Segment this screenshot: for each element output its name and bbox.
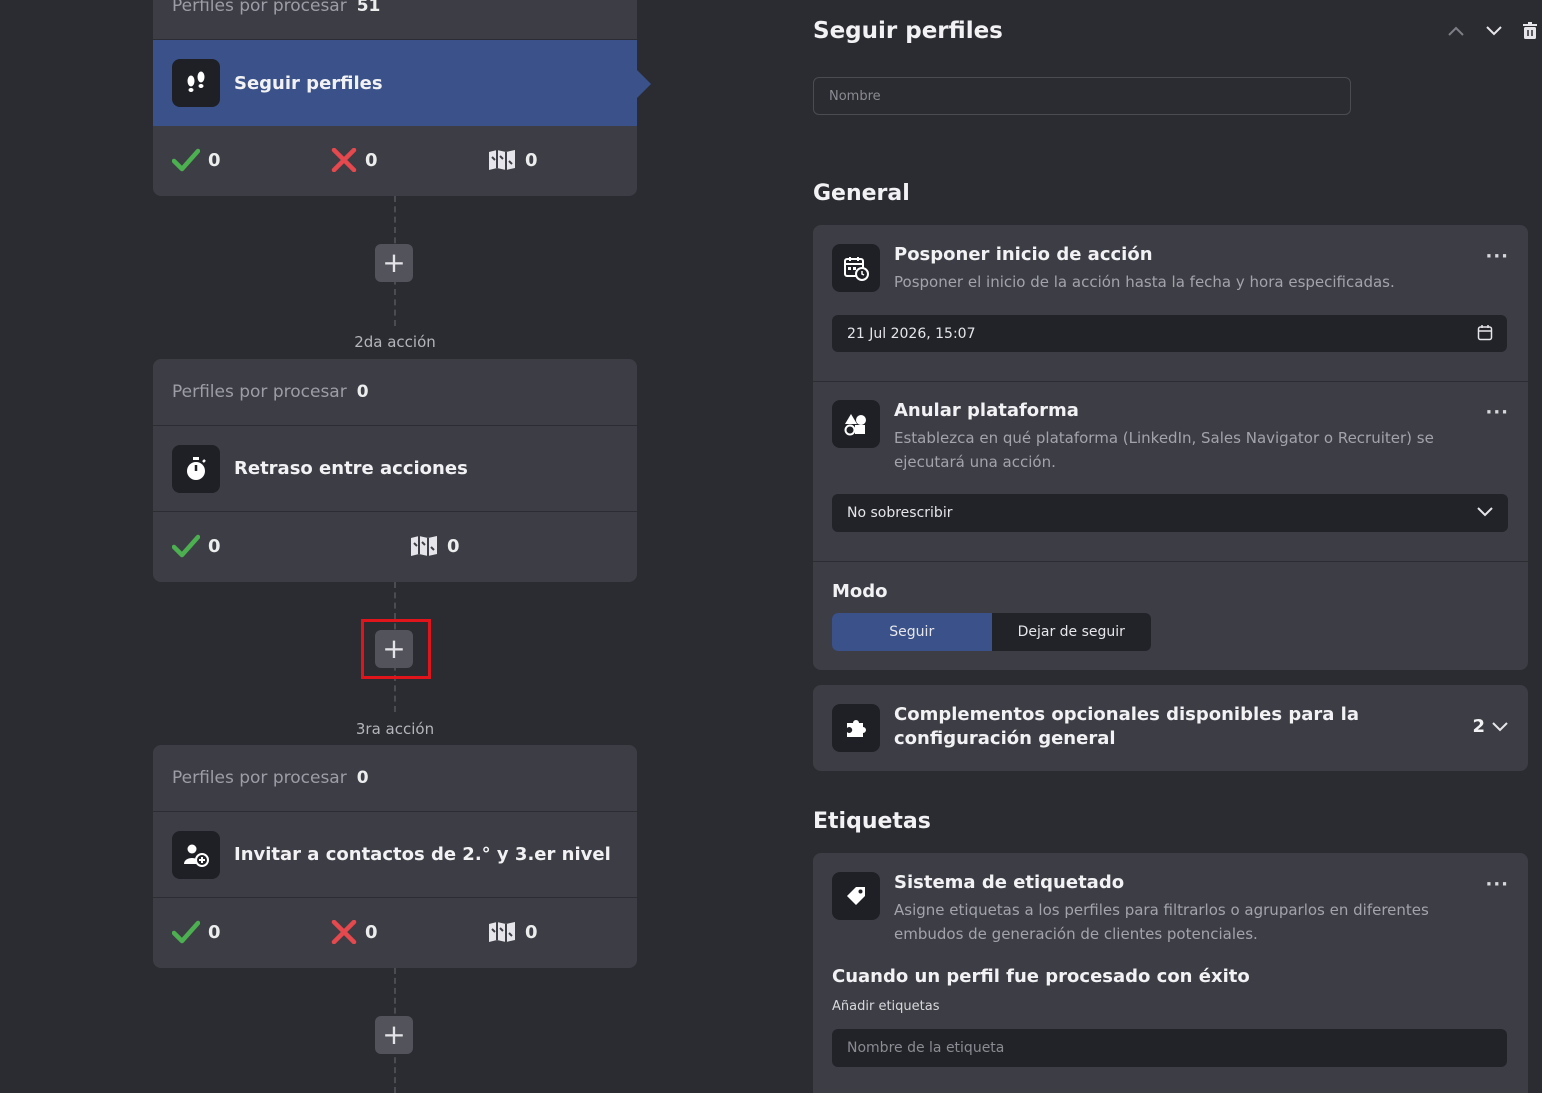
setting-title: Posponer inicio de acción bbox=[894, 244, 1153, 265]
chevron-up-icon[interactable] bbox=[1446, 24, 1466, 38]
queue-row: Perfiles por procesar 0 bbox=[153, 359, 637, 426]
success-subheading: Cuando un perfil fue procesado con éxito bbox=[832, 966, 1250, 987]
check-icon bbox=[172, 920, 200, 944]
stopwatch-icon bbox=[172, 444, 220, 493]
queue-label: Perfiles por procesar bbox=[172, 0, 347, 16]
queue-row: Perfiles por procesar 0 bbox=[153, 745, 637, 812]
more-options-icon[interactable]: ··· bbox=[1485, 874, 1509, 895]
setting-description: Establezca en qué plataforma (LinkedIn, … bbox=[894, 429, 1434, 471]
tag-name-input[interactable]: Nombre de la etiqueta bbox=[832, 1029, 1507, 1067]
step-label: 2da acción bbox=[354, 333, 436, 351]
tag-icon bbox=[832, 872, 880, 920]
success-stat: 0 bbox=[172, 534, 221, 558]
queue-count: 51 bbox=[356, 0, 381, 16]
addons-title: Complementos opcionales disponibles para… bbox=[894, 704, 1359, 749]
workflow-canvas: Perfiles por procesar 51 Seguir perfiles… bbox=[153, 0, 651, 1093]
skipped-stat: 0 bbox=[487, 920, 538, 944]
action-title: Invitar a contactos de 2.° y 3.er nivel bbox=[234, 844, 611, 865]
skipped-stat: 0 bbox=[487, 148, 538, 172]
platform-selected-value: No sobrescribir bbox=[847, 505, 953, 521]
setting-title: Sistema de etiquetado bbox=[894, 872, 1125, 893]
success-stat: 0 bbox=[172, 920, 221, 944]
setting-description: Asigne etiquetas a los perfiles para fil… bbox=[894, 901, 1429, 943]
queue-label: Perfiles por procesar bbox=[172, 768, 347, 788]
action-card-follow[interactable]: Perfiles por procesar 51 Seguir perfiles… bbox=[153, 0, 637, 196]
action-title: Seguir perfiles bbox=[234, 72, 383, 94]
highlight-box bbox=[361, 619, 431, 679]
add-user-icon bbox=[172, 830, 220, 879]
stats-row: 0 0 0 bbox=[153, 126, 637, 194]
check-icon bbox=[172, 148, 200, 172]
active-pointer bbox=[637, 70, 651, 98]
step-label: 3ra acción bbox=[355, 720, 435, 738]
failed-stat: 0 bbox=[331, 920, 378, 944]
mode-title: Modo bbox=[832, 581, 888, 602]
queue-count: 0 bbox=[356, 768, 369, 788]
tag-placeholder: Nombre de la etiqueta bbox=[847, 1040, 1005, 1056]
skipped-stat: 0 bbox=[409, 534, 460, 558]
more-options-icon[interactable]: ··· bbox=[1485, 402, 1509, 423]
add-action-button[interactable]: + bbox=[375, 244, 413, 282]
divider bbox=[813, 381, 1528, 382]
queue-count: 0 bbox=[356, 382, 369, 402]
action-header[interactable]: Retraso entre acciones bbox=[153, 426, 637, 512]
add-action-button[interactable]: + bbox=[375, 1016, 413, 1054]
action-title: Retraso entre acciones bbox=[234, 458, 468, 479]
mode-toggle[interactable]: Seguir Dejar de seguir bbox=[832, 613, 1151, 651]
trash-icon[interactable] bbox=[1522, 22, 1538, 40]
calendar-icon[interactable] bbox=[1477, 324, 1493, 341]
calendar-clock-icon bbox=[832, 244, 880, 292]
postpone-datetime-input[interactable]: 21 Jul 2026, 15:07 bbox=[832, 315, 1507, 352]
action-card-delay[interactable]: Perfiles por procesar 0 Retraso entre ac… bbox=[153, 359, 637, 582]
stats-row: 0 0 bbox=[153, 512, 637, 580]
panel-title: Seguir perfiles bbox=[813, 18, 1003, 44]
action-header[interactable]: Invitar a contactos de 2.° y 3.er nivel bbox=[153, 812, 637, 898]
action-name-input[interactable] bbox=[813, 77, 1351, 115]
shapes-icon bbox=[832, 400, 880, 448]
datetime-value: 21 Jul 2026, 15:07 bbox=[847, 325, 976, 342]
stats-row: 0 0 0 bbox=[153, 898, 637, 966]
more-options-icon[interactable]: ··· bbox=[1485, 246, 1509, 267]
settings-panel: Seguir perfiles General Posponer inicio … bbox=[813, 0, 1537, 1093]
check-icon bbox=[172, 534, 200, 558]
panel-toolbar bbox=[1446, 22, 1538, 40]
footprints-icon bbox=[172, 59, 220, 107]
failed-stat: 0 bbox=[331, 148, 378, 172]
queue-label: Perfiles por procesar bbox=[172, 382, 347, 402]
divider bbox=[813, 561, 1528, 562]
section-title-general: General bbox=[813, 181, 910, 206]
map-skip-icon bbox=[489, 150, 515, 170]
platform-select[interactable]: No sobrescribir bbox=[832, 494, 1508, 532]
mode-option-follow[interactable]: Seguir bbox=[832, 613, 992, 651]
chevron-down-icon bbox=[1477, 507, 1493, 517]
addons-count[interactable]: 2 bbox=[1472, 716, 1509, 737]
chevron-down-icon[interactable] bbox=[1484, 24, 1504, 38]
queue-row: Perfiles por procesar 51 bbox=[153, 0, 637, 40]
section-title-tags: Etiquetas bbox=[813, 809, 931, 834]
addons-box[interactable]: Complementos opcionales disponibles para… bbox=[813, 685, 1528, 771]
tagging-box: Sistema de etiquetado Asigne etiquetas a… bbox=[813, 853, 1528, 1093]
action-header[interactable]: Seguir perfiles bbox=[153, 40, 637, 126]
chevron-down-icon bbox=[1492, 721, 1508, 731]
success-stat: 0 bbox=[172, 148, 221, 172]
action-card-invite[interactable]: Perfiles por procesar 0 Invitar a contac… bbox=[153, 745, 637, 968]
puzzle-icon bbox=[832, 704, 880, 752]
x-icon bbox=[331, 920, 357, 944]
setting-description: Posponer el inicio de la acción hasta la… bbox=[894, 273, 1395, 291]
add-tags-label: Añadir etiquetas bbox=[832, 999, 940, 1014]
map-skip-icon bbox=[489, 922, 515, 942]
setting-title: Anular plataforma bbox=[894, 400, 1079, 421]
map-skip-icon bbox=[411, 536, 437, 556]
x-icon bbox=[331, 148, 357, 172]
mode-option-unfollow[interactable]: Dejar de seguir bbox=[992, 613, 1152, 651]
general-settings-box: Posponer inicio de acción Posponer el in… bbox=[813, 225, 1528, 670]
